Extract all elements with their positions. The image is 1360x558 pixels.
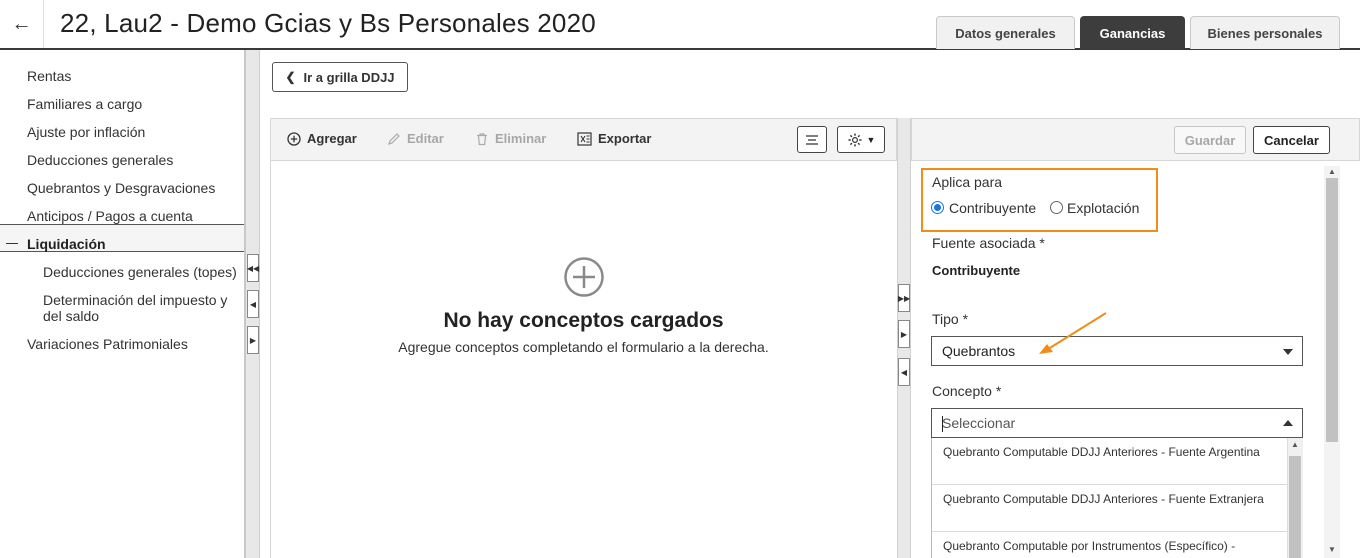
go-to-grid-label: Ir a grilla DDJJ [303, 69, 395, 85]
sidebar-item-deducciones-topes[interactable]: Deducciones generales (topes) [43, 264, 237, 280]
cancel-button[interactable]: Cancelar [1253, 126, 1330, 154]
sidebar-item-deducciones-generales[interactable]: Deducciones generales [27, 152, 173, 168]
scroll-up-icon[interactable]: ▲ [1291, 440, 1299, 449]
go-to-grid-button[interactable]: ❮ Ir a grilla DDJJ [272, 62, 408, 92]
sidebar-item-familiares[interactable]: Familiares a cargo [27, 96, 142, 112]
radio-contribuyente[interactable] [931, 201, 944, 214]
scroll-down-icon[interactable]: ▼ [1328, 545, 1336, 554]
export-label: Exportar [598, 131, 652, 146]
list-item[interactable]: Quebranto Computable por Instrumentos (E… [932, 538, 1288, 558]
list-item[interactable]: Quebranto Computable DDJJ Anteriores - F… [932, 491, 1288, 532]
expand-right-icon[interactable]: ▶ [898, 320, 910, 348]
concepto-dropdown-list: Quebranto Computable DDJJ Anteriores - F… [931, 438, 1288, 558]
delete-label: Eliminar [495, 131, 547, 146]
pencil-icon [388, 132, 400, 145]
dropdown-scrollbar-thumb[interactable] [1289, 456, 1301, 558]
sidebar-item-anticipos[interactable]: Anticipos / Pagos a cuenta [27, 208, 193, 224]
excel-icon [577, 131, 592, 146]
tipo-select[interactable]: Quebrantos [931, 336, 1303, 366]
empty-state-title: No hay conceptos cargados [443, 309, 724, 332]
radio-contribuyente-label[interactable]: Contribuyente [949, 200, 1036, 216]
back-button[interactable]: ← [0, 0, 44, 48]
scroll-up-icon[interactable]: ▲ [1328, 167, 1336, 176]
collapse-left-icon[interactable]: ◀ [247, 290, 259, 318]
collapse-left-double-icon[interactable]: ◀◀ [247, 254, 259, 282]
tab-ganancias[interactable]: Ganancias [1080, 16, 1185, 49]
arrow-left-icon: ← [11, 12, 32, 35]
sidebar: Rentas Familiares a cargo Ajuste por inf… [0, 50, 245, 558]
plus-circle-icon [564, 257, 604, 297]
trash-icon [477, 132, 487, 145]
tipo-select-value: Quebrantos [942, 343, 1016, 359]
page-title: 22, Lau2 - Demo Gcias y Bs Personales 20… [60, 8, 596, 38]
caret-down-icon: ▼ [866, 134, 876, 145]
fuente-asociada-value: Contribuyente [932, 263, 1021, 278]
gear-icon [848, 133, 862, 146]
fuente-asociada-label: Fuente asociada * [932, 235, 1045, 251]
delete-button[interactable]: Eliminar [475, 131, 546, 146]
sidebar-item-quebrantos[interactable]: Quebrantos y Desgravaciones [27, 180, 215, 196]
radio-explotacion-label[interactable]: Explotación [1067, 200, 1139, 216]
add-label: Agregar [307, 131, 357, 146]
caret-down-icon [1283, 349, 1293, 355]
chevron-left-icon: ❮ [285, 70, 296, 84]
sidebar-item-ajuste-inflacion[interactable]: Ajuste por inflación [27, 124, 145, 140]
export-button[interactable]: Exportar [577, 131, 651, 146]
expand-right-icon[interactable]: ▶ [247, 326, 259, 354]
plus-circle-icon [287, 131, 301, 146]
lines-icon [806, 134, 818, 145]
list-toolbar: Agregar Editar Eliminar Exportar ▼ [270, 118, 897, 161]
empty-state-subtitle: Agregue conceptos completando el formula… [398, 339, 769, 355]
collapse-left-icon[interactable]: ◀ [898, 358, 910, 386]
concepto-label: Concepto * [932, 383, 1002, 399]
caret-up-icon [1283, 420, 1293, 426]
sidebar-item-variaciones[interactable]: Variaciones Patrimoniales [27, 336, 188, 352]
expand-right-double-icon[interactable]: ▶▶ [898, 284, 910, 312]
settings-dropdown-button[interactable]: ▼ [837, 126, 885, 153]
collapse-minus-icon[interactable] [6, 243, 18, 244]
aplica-para-label: Aplica para [932, 174, 1003, 190]
radio-explotacion[interactable] [1050, 201, 1063, 214]
sidebar-item-rentas[interactable]: Rentas [27, 68, 71, 84]
form-scrollbar-thumb[interactable] [1326, 178, 1338, 442]
sidebar-item-determinacion[interactable]: Determinación del impuesto y del saldo [43, 292, 238, 324]
tipo-label: Tipo * [932, 311, 969, 327]
save-button[interactable]: Guardar [1174, 126, 1246, 154]
list-view-button[interactable] [797, 126, 827, 153]
tab-bienes-personales[interactable]: Bienes personales [1190, 16, 1340, 49]
concepto-combobox[interactable]: Seleccionar [931, 408, 1303, 438]
add-button[interactable]: Agregar [287, 131, 357, 146]
tab-datos-generales[interactable]: Datos generales [936, 16, 1075, 49]
concepto-placeholder: Seleccionar [942, 415, 1016, 431]
app-header: ← 22, Lau2 - Demo Gcias y Bs Personales … [0, 0, 1360, 50]
sidebar-item-liquidacion[interactable]: Liquidación [27, 236, 106, 252]
form-toolbar: Guardar Cancelar [911, 118, 1360, 161]
list-panel [270, 161, 897, 558]
edit-button[interactable]: Editar [387, 131, 444, 146]
annotation-arrow-icon [1039, 312, 1107, 354]
edit-label: Editar [407, 131, 444, 146]
list-item[interactable]: Quebranto Computable DDJJ Anteriores - F… [932, 444, 1288, 485]
